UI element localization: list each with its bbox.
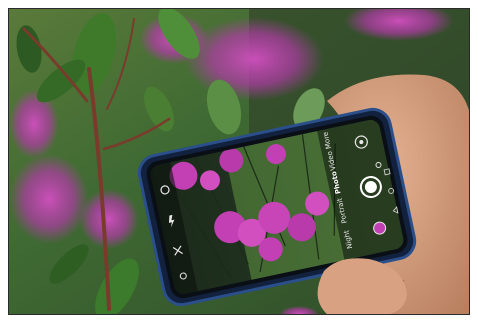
photo-frame: Night Portrait Photo Video More xyxy=(8,8,470,315)
photo-scene: Night Portrait Photo Video More xyxy=(9,9,469,314)
